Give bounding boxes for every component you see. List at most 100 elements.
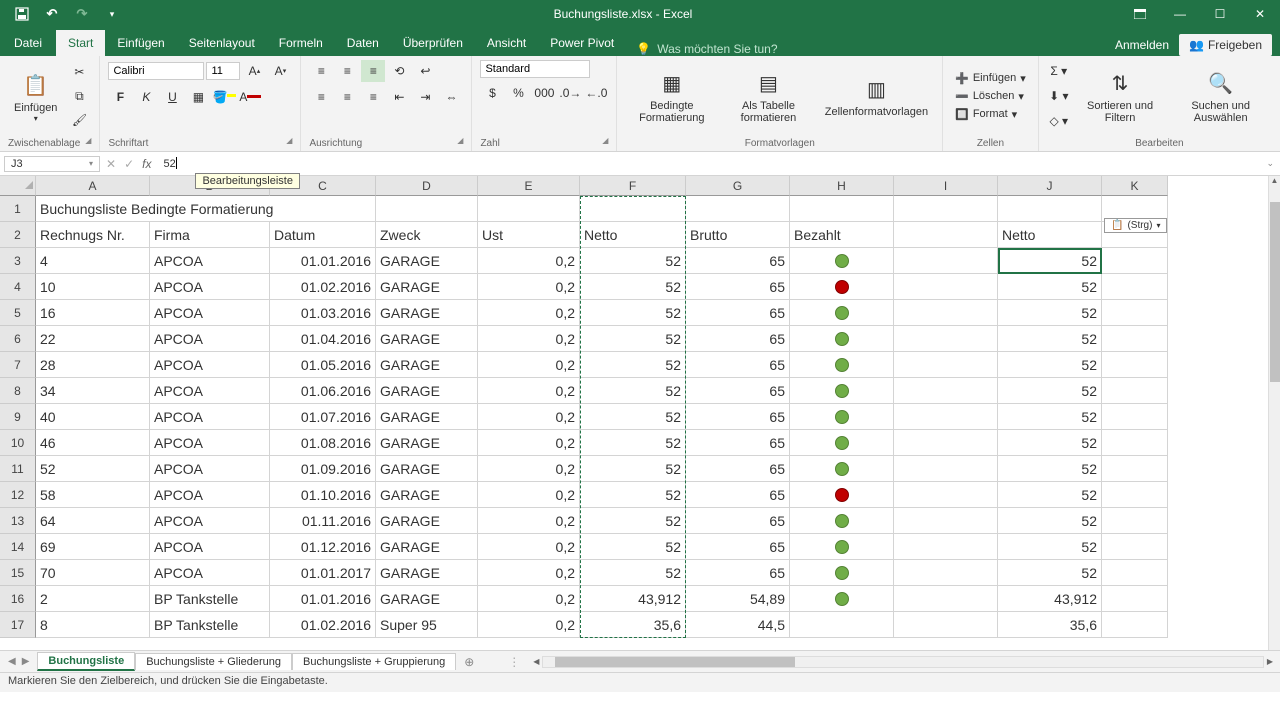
row-header-3[interactable]: 3 [0,248,36,274]
cell-I13[interactable] [894,508,998,534]
tab-review[interactable]: Überprüfen [391,30,475,56]
cell-F7[interactable]: 52 [580,352,686,378]
align-bottom-button[interactable]: ≡ [361,60,385,82]
cell-G8[interactable]: 65 [686,378,790,404]
cell-H14[interactable] [790,534,894,560]
format-cells-button[interactable]: 🔲Format ▾ [951,107,1030,122]
cell-E11[interactable]: 0,2 [478,456,580,482]
shrink-font-button[interactable]: A▾ [268,60,292,82]
cell-F11[interactable]: 52 [580,456,686,482]
cell-G14[interactable]: 65 [686,534,790,560]
cell-I17[interactable] [894,612,998,638]
cell-E4[interactable]: 0,2 [478,274,580,300]
tab-formulas[interactable]: Formeln [267,30,335,56]
tab-pagelayout[interactable]: Seitenlayout [177,30,267,56]
cell-B2[interactable]: Firma [150,222,270,248]
share-button[interactable]: 👥 Freigeben [1179,34,1272,56]
align-left-button[interactable]: ≡ [309,86,333,108]
wrap-text-button[interactable]: ↩ [413,60,437,82]
cell-G11[interactable]: 65 [686,456,790,482]
tab-data[interactable]: Daten [335,30,391,56]
find-select-button[interactable]: 🔍 Suchen und Auswählen [1169,60,1272,132]
insert-cells-button[interactable]: ➕Einfügen ▾ [951,71,1030,86]
hscroll-left[interactable]: ◀ [530,657,542,666]
cell-I6[interactable] [894,326,998,352]
font-launcher[interactable]: ◢ [286,136,292,149]
cell-A7[interactable]: 28 [36,352,150,378]
cell-D8[interactable]: GARAGE [376,378,478,404]
row-header-12[interactable]: 12 [0,482,36,508]
file-tab[interactable]: Datei [0,30,56,56]
cell-D2[interactable]: Zweck [376,222,478,248]
cell-K14[interactable] [1102,534,1168,560]
cell-K16[interactable] [1102,586,1168,612]
cell-G5[interactable]: 65 [686,300,790,326]
cell-I7[interactable] [894,352,998,378]
cell-E10[interactable]: 0,2 [478,430,580,456]
new-sheet-button[interactable]: ⊕ [456,655,482,669]
cell-K3[interactable] [1102,248,1168,274]
cell-D6[interactable]: GARAGE [376,326,478,352]
cell-A5[interactable]: 16 [36,300,150,326]
cell-F4[interactable]: 52 [580,274,686,300]
number-launcher[interactable]: ◢ [602,136,608,149]
alignment-launcher[interactable]: ◢ [457,136,463,149]
col-header-F[interactable]: F [580,176,686,196]
name-box[interactable]: J3▾ [4,156,100,172]
cell-K9[interactable] [1102,404,1168,430]
currency-button[interactable]: $ [480,82,504,104]
row-header-7[interactable]: 7 [0,352,36,378]
increase-indent-button[interactable]: ⇥ [413,86,437,108]
cell-K5[interactable] [1102,300,1168,326]
row-header-14[interactable]: 14 [0,534,36,560]
format-painter-button[interactable]: 🖌 [67,109,91,131]
row-header-5[interactable]: 5 [0,300,36,326]
cell-I1[interactable] [894,196,998,222]
font-color-button[interactable]: A [238,86,262,108]
cell-D5[interactable]: GARAGE [376,300,478,326]
align-top-button[interactable]: ≡ [309,60,333,82]
cell-J15[interactable]: 52 [998,560,1102,586]
row-header-2[interactable]: 2 [0,222,36,248]
col-header-D[interactable]: D [376,176,478,196]
cell-F5[interactable]: 52 [580,300,686,326]
row-header-6[interactable]: 6 [0,326,36,352]
sort-filter-button[interactable]: ⇅ Sortieren und Filtern [1075,60,1166,132]
cell-F17[interactable]: 35,6 [580,612,686,638]
bold-button[interactable]: F [108,86,132,108]
cell-H13[interactable] [790,508,894,534]
cell-styles-button[interactable]: ▥ Zellenformatvorlagen [819,60,934,132]
cell-G15[interactable]: 65 [686,560,790,586]
cell-C7[interactable]: 01.05.2016 [270,352,376,378]
cancel-formula-button[interactable]: ✕ [106,157,116,171]
sheet-tab-1[interactable]: Buchungsliste + Gliederung [135,653,292,670]
row-header-8[interactable]: 8 [0,378,36,404]
borders-button[interactable]: ▦ [186,86,210,108]
vertical-scrollbar[interactable]: ▲ [1268,176,1280,650]
cell-B11[interactable]: APCOA [150,456,270,482]
cell-G9[interactable]: 65 [686,404,790,430]
cell-B12[interactable]: APCOA [150,482,270,508]
expand-formula-bar[interactable]: ⌄ [1260,158,1280,169]
cell-A1[interactable]: Buchungsliste Bedingte Formatierung [36,196,376,222]
worksheet-grid[interactable]: ABCDEFGHIJK 1234567891011121314151617 Bu… [0,176,1280,650]
cell-A11[interactable]: 52 [36,456,150,482]
cell-C10[interactable]: 01.08.2016 [270,430,376,456]
cell-J7[interactable]: 52 [998,352,1102,378]
align-right-button[interactable]: ≡ [361,86,385,108]
cell-G3[interactable]: 65 [686,248,790,274]
cell-I4[interactable] [894,274,998,300]
row-header-10[interactable]: 10 [0,430,36,456]
cell-D16[interactable]: GARAGE [376,586,478,612]
undo-button[interactable]: ↶ [38,1,66,27]
cell-J2[interactable]: Netto [998,222,1102,248]
horizontal-scrollbar[interactable] [542,656,1264,668]
cell-E15[interactable]: 0,2 [478,560,580,586]
cell-K17[interactable] [1102,612,1168,638]
row-header-4[interactable]: 4 [0,274,36,300]
cell-D4[interactable]: GARAGE [376,274,478,300]
cell-E8[interactable]: 0,2 [478,378,580,404]
cell-D1[interactable] [376,196,478,222]
cell-J6[interactable]: 52 [998,326,1102,352]
cell-B7[interactable]: APCOA [150,352,270,378]
